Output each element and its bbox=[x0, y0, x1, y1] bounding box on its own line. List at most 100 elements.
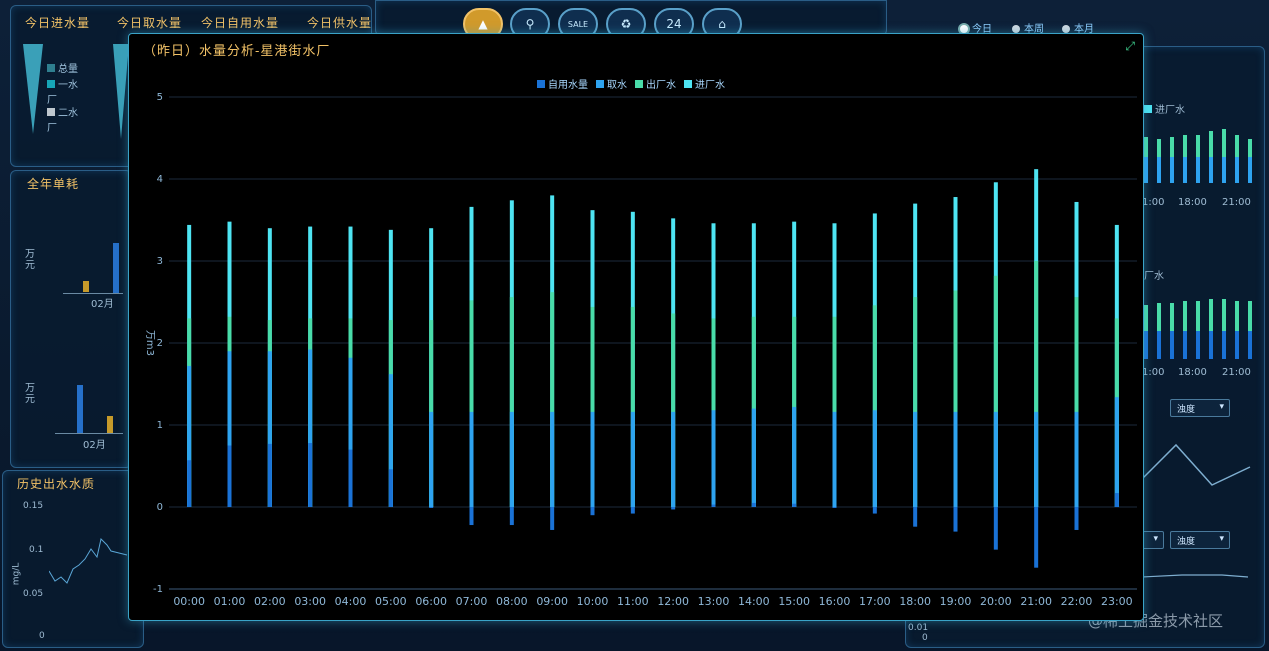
bar-自用水量 bbox=[1034, 507, 1039, 568]
y-tick-label: 3 bbox=[157, 256, 163, 267]
water-analysis-modal: 自用水量 取水 出厂水 进厂水 -1 0 1 2 3 4 5 万m3 00:00 01:00 02:00 0… bbox=[128, 33, 1144, 621]
quality-ytick-0: 0 bbox=[39, 631, 45, 641]
bar-取水 bbox=[872, 410, 877, 507]
x-tick-label: 13:00 bbox=[698, 595, 730, 608]
cone-chart-right bbox=[113, 44, 129, 139]
x-tick-label: 03:00 bbox=[294, 595, 326, 608]
bar-blue-top bbox=[113, 243, 119, 293]
x-tick-label: 15:00 bbox=[778, 595, 810, 608]
tab-today-intake[interactable]: 今日取水量 bbox=[117, 14, 182, 31]
right-legend-plant: 厂水 bbox=[1144, 271, 1164, 282]
quality-ylabel: mg/L bbox=[11, 562, 22, 586]
x-tick-label: 16:00 bbox=[819, 595, 851, 608]
bar-自用水量 bbox=[630, 507, 635, 514]
bar-自用水量 bbox=[993, 507, 998, 550]
turbidity-select-dummy[interactable] bbox=[1142, 531, 1164, 549]
turbidity-select-b[interactable]: 浊度 bbox=[1170, 531, 1230, 549]
axis-line-bottom bbox=[55, 433, 123, 434]
bar-自用水量 bbox=[872, 507, 877, 514]
x-tick-label: 17:00 bbox=[859, 595, 891, 608]
bar-自用水量 bbox=[1074, 507, 1079, 530]
bar-自用水量 bbox=[1114, 493, 1119, 507]
legend-label: 取水 bbox=[607, 79, 627, 91]
bar-自用水量 bbox=[711, 504, 716, 507]
x-tick-label: 22:00 bbox=[1061, 595, 1093, 608]
bar-取水 bbox=[1114, 397, 1119, 507]
x-tick-label: 10:00 bbox=[577, 595, 609, 608]
annual-consumption-title: 全年单耗 bbox=[27, 177, 80, 191]
water-volume-chart: 自用水量 取水 出厂水 进厂水 -1 0 1 2 3 4 5 万m3 00:00 01:00 02:00 0… bbox=[144, 78, 1137, 608]
tab-today-selfuse[interactable]: 今日自用水量 bbox=[201, 14, 279, 31]
x-tick-label: 21:00 bbox=[1020, 595, 1052, 608]
x-tick-label: 00:00 bbox=[173, 595, 205, 608]
y-axis-label: 万m3 bbox=[144, 330, 155, 356]
unit-label-top: 万元 bbox=[25, 249, 35, 271]
radio-dot-today bbox=[960, 25, 968, 33]
bar-自用水量 bbox=[509, 507, 514, 526]
right-xtick-a1: 18:00 bbox=[1178, 197, 1207, 208]
legend-total: 总量 bbox=[47, 60, 78, 75]
right-mini-chart-a bbox=[1144, 129, 1252, 183]
right-ytick-001: 0.01 bbox=[908, 623, 929, 633]
y-tick-label: 0 bbox=[157, 502, 163, 513]
bar-自用水量 bbox=[308, 443, 313, 507]
x-tick-label: 01:00 bbox=[214, 595, 246, 608]
bar-自用水量 bbox=[590, 507, 595, 516]
x-tick-label: 08:00 bbox=[496, 595, 528, 608]
bar-取水 bbox=[509, 411, 514, 507]
y-tick-label: 1 bbox=[157, 420, 163, 431]
bar-自用水量 bbox=[913, 507, 918, 527]
right-ytick-0: 0 bbox=[922, 633, 928, 643]
bar-自用水量 bbox=[550, 507, 555, 530]
legend-swatch bbox=[596, 80, 604, 88]
x-tick-label: 12:00 bbox=[657, 595, 689, 608]
turbidity-select-a[interactable]: 浊度 bbox=[1170, 399, 1230, 417]
bar-自用水量 bbox=[187, 460, 192, 507]
axis-line-top bbox=[63, 293, 123, 294]
x-tick-label: 19:00 bbox=[940, 595, 972, 608]
water-quality-panel: 历史出水水质 mg/L 0.15 0.1 0.05 0 bbox=[2, 470, 144, 648]
legend-label: 进厂水 bbox=[695, 79, 725, 91]
quality-ytick-015: 0.15 bbox=[23, 501, 44, 511]
y-tick-label: 4 bbox=[157, 174, 163, 185]
right-xtick-b2: 21:00 bbox=[1222, 367, 1251, 378]
annual-consumption-panel: 全年单耗 万元 02月 万元 02月 bbox=[10, 170, 132, 468]
quality-ytick-005: 0.05 bbox=[23, 589, 44, 599]
y-tick-label: 5 bbox=[157, 92, 163, 103]
x-tick-label: 14:00 bbox=[738, 595, 770, 608]
legend-swatch bbox=[684, 80, 692, 88]
right-xtick-a0: 1:00 bbox=[1142, 197, 1165, 208]
y-tick-label: 2 bbox=[157, 338, 163, 349]
x-tick-label: 06:00 bbox=[415, 595, 447, 608]
bar-取水 bbox=[429, 411, 434, 507]
radio-dot-week bbox=[1012, 25, 1020, 33]
legend-swatch bbox=[635, 80, 643, 88]
bar-取水 bbox=[993, 411, 998, 507]
right-xtick-a2: 21:00 bbox=[1222, 197, 1251, 208]
bar-自用水量 bbox=[832, 507, 837, 508]
right-xtick-b1: 18:00 bbox=[1178, 367, 1207, 378]
right-mini-chart-b bbox=[1144, 299, 1252, 359]
bar-自用水量 bbox=[348, 449, 353, 507]
legend-swatch bbox=[537, 80, 545, 88]
bar-取水 bbox=[953, 411, 958, 507]
bar-取水 bbox=[792, 406, 797, 507]
tab-today-inflow[interactable]: 今日进水量 bbox=[25, 14, 90, 31]
right-line-chart-b bbox=[1142, 574, 1249, 578]
modal-title: （昨日）水量分析-星港街水厂 bbox=[143, 44, 331, 59]
x-tick-label: 23:00 bbox=[1101, 595, 1133, 608]
bar-blue-bottom bbox=[77, 385, 83, 433]
bar-自用水量 bbox=[429, 507, 434, 508]
bar-自用水量 bbox=[751, 502, 756, 507]
bar-取水 bbox=[469, 411, 474, 507]
bar-取水 bbox=[1074, 411, 1079, 507]
legend-label: 出厂水 bbox=[646, 78, 676, 91]
expand-icon[interactable]: ⤢ bbox=[1125, 39, 1135, 54]
x-tick-label: 09:00 bbox=[536, 595, 568, 608]
cone-chart-left bbox=[23, 44, 43, 134]
bar-gold-top bbox=[83, 281, 89, 292]
tab-today-supply[interactable]: 今日供水量 bbox=[307, 14, 372, 31]
bar-gold-bottom bbox=[107, 416, 113, 433]
bar-取水 bbox=[630, 411, 635, 507]
bar-自用水量 bbox=[953, 507, 958, 532]
